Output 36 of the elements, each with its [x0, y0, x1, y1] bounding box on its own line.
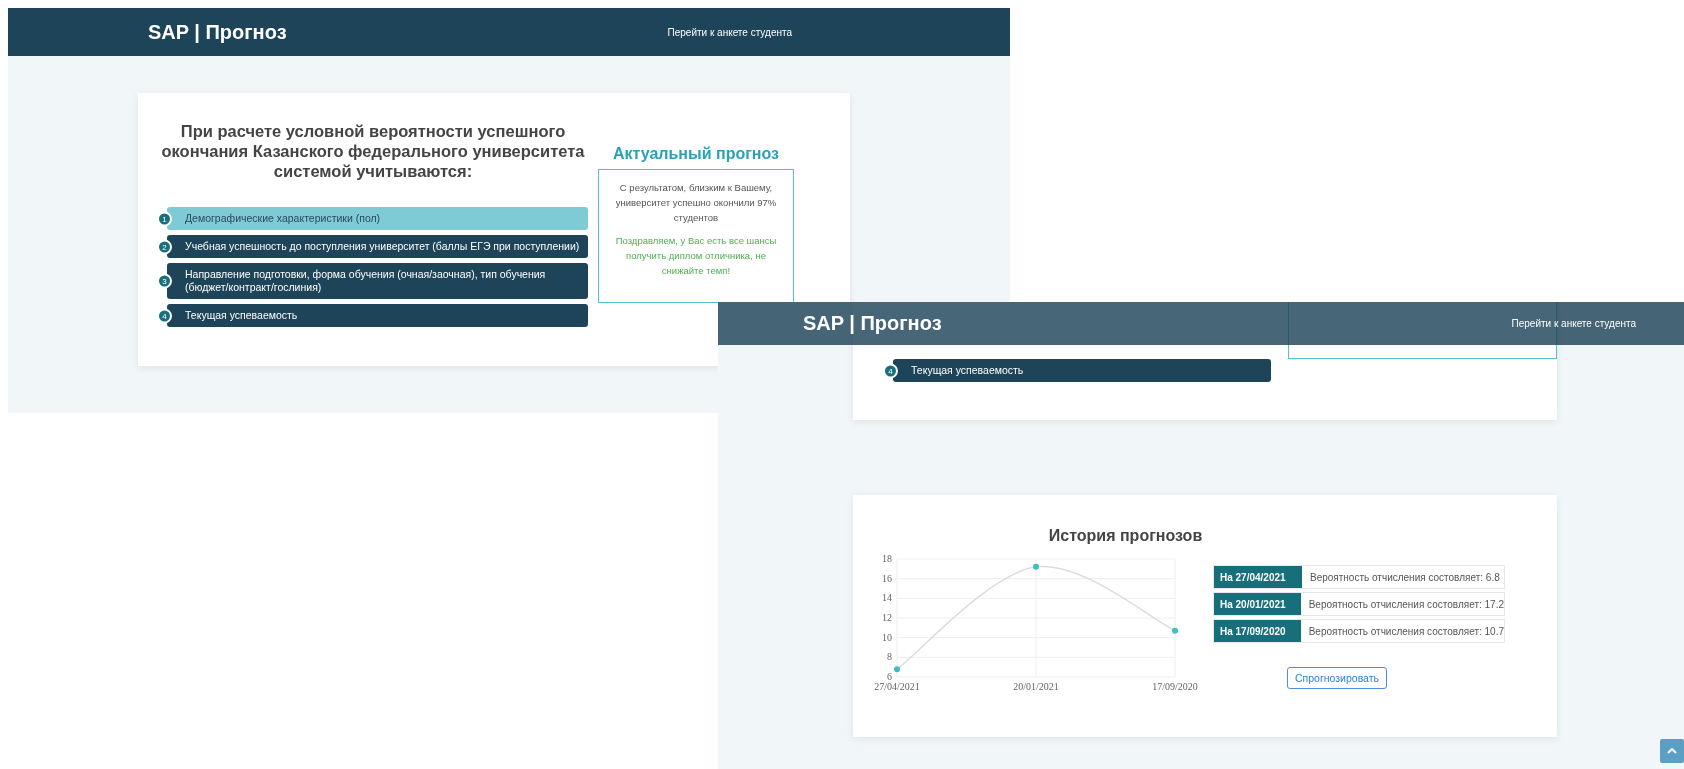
y-tick-label: 12: [882, 612, 892, 623]
step-number: 3: [157, 273, 172, 289]
forecast-value: Вероятность отчисления состовляет: 6.8: [1309, 570, 1501, 585]
forecast-result: С результатом, близким к Вашему, университет успешно окончили 97% студентов: [614, 181, 778, 225]
x-tick-label: 17/09/2020: [1152, 681, 1198, 692]
forecast-date: На 17/09/2020: [1214, 620, 1301, 642]
factors-title: При расчете условной вероятности успешного окончания Казанского федерального университета системой учитываются:: [160, 121, 586, 181]
step-number: 1: [157, 211, 172, 226]
data-point: [894, 666, 900, 673]
forecast-value: Вероятность отчисления состовляет: 17.2: [1307, 597, 1504, 612]
congratulation-text: Поздравляем, у Вас есть все шансы получить диплом отличника, не снижайте темп!: [614, 234, 778, 278]
forecast-title: Актуальный прогноз: [612, 145, 779, 163]
y-tick-label: 16: [882, 572, 892, 584]
data-point: [1172, 627, 1178, 634]
forecast-date: На 27/04/2021: [1214, 566, 1302, 588]
x-tick-label: 20/01/2021: [1013, 681, 1059, 692]
chevron-up-icon: [1667, 748, 1677, 754]
step-number: 4: [157, 308, 172, 323]
step-number: 4: [883, 363, 898, 378]
y-tick-label: 18: [882, 553, 892, 564]
predict-button[interactable]: Спрогнозировать: [1287, 667, 1387, 689]
scroll-top-button[interactable]: [1660, 739, 1684, 763]
student-form-link[interactable]: Перейти к анкете студента: [1511, 318, 1636, 329]
forecast-date: На 20/01/2021: [1214, 593, 1301, 615]
y-tick-label: 10: [882, 631, 892, 643]
brand-title[interactable]: SAP | Прогноз: [803, 312, 942, 335]
brand-title[interactable]: SAP | Прогноз: [148, 20, 287, 44]
forecast-value: Вероятность отчисления состовляет: 10.7: [1307, 624, 1504, 639]
y-tick-label: 6: [887, 671, 892, 682]
y-tick-label: 14: [882, 592, 892, 604]
data-point: [1033, 563, 1039, 570]
step-number: 2: [157, 239, 172, 254]
student-form-link[interactable]: Перейти к анкете студента: [667, 26, 792, 38]
x-tick-label: 27/04/2021: [874, 681, 920, 692]
y-tick-label: 8: [887, 651, 892, 663]
history-title: История прогнозов: [1047, 527, 1204, 545]
